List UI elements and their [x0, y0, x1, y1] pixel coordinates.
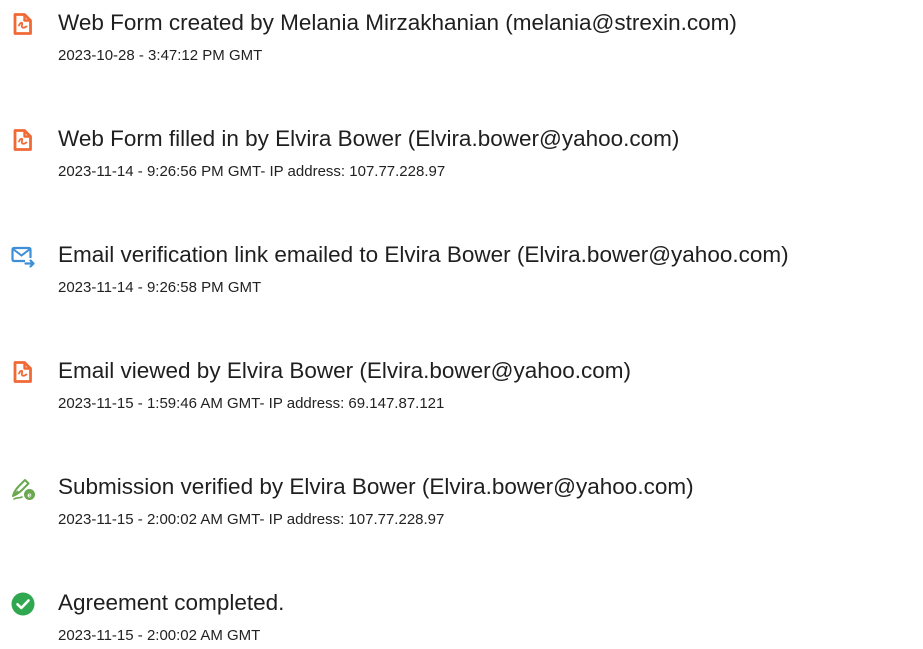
entry-timestamp: 2023-10-28 - 3:47:12 PM GMT — [58, 47, 263, 64]
email-send-icon — [10, 243, 36, 269]
document-icon — [10, 127, 36, 153]
document-icon — [10, 359, 36, 385]
entry-timestamp: 2023-11-14 - 9:26:56 PM GMT- IP address:… — [58, 163, 446, 180]
entry-title: Email verification link emailed to Elvir… — [58, 242, 789, 267]
entry-title: Agreement completed. — [58, 590, 285, 615]
entry-timestamp: 2023-11-15 - 2:00:02 AM GMT — [58, 627, 261, 644]
document-icon — [10, 11, 36, 37]
pen-verify-icon: e — [10, 475, 36, 501]
entry-title: Email viewed by Elvira Bower (Elvira.bow… — [58, 358, 632, 383]
entry-title: Submission verified by Elvira Bower (Elv… — [58, 474, 694, 499]
entry-timestamp: 2023-11-14 - 9:26:58 PM GMT — [58, 279, 262, 296]
svg-text:e: e — [27, 490, 31, 499]
entry-title: Web Form created by Melania Mirzakhanian… — [58, 10, 737, 35]
entry-timestamp: 2023-11-15 - 2:00:02 AM GMT- IP address:… — [58, 511, 445, 528]
entry-timestamp: 2023-11-15 - 1:59:46 AM GMT- IP address:… — [58, 395, 445, 412]
check-circle-icon — [10, 591, 36, 617]
entry-title: Web Form filled in by Elvira Bower (Elvi… — [58, 126, 680, 151]
